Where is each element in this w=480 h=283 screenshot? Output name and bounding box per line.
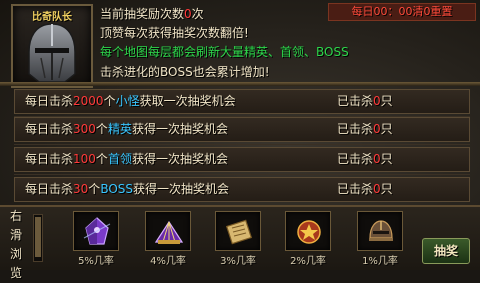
prize-icon-frame[interactable] [145,211,191,251]
prize-rate: 1%几率 [362,256,398,267]
prize-icon-frame[interactable] [357,211,403,251]
task-count: 100 [73,152,96,166]
refresh-tip-line-1: 每个地图每层都会刷新大量精英、首领、BOSS [100,45,349,59]
medal-icon [297,220,321,244]
prize-icon-frame[interactable] [215,211,261,251]
task-prefix: 每日击杀 [25,122,74,136]
task-target: 小怪 [115,94,140,108]
prize-rate: 5%几率 [78,256,114,267]
task-count: 2000 [73,94,104,108]
knight-helmet-icon [28,23,76,83]
helmet-icon [369,220,393,241]
kill-progress-value: 0 [373,94,381,108]
purple-fan-icon [154,220,184,244]
kill-progress-value: 0 [373,152,381,166]
prize-slot-2[interactable]: 4%几率 [141,211,195,269]
prize-rate: 3%几率 [220,256,256,267]
task-description: 每日击杀2000个小怪获取一次抽奖机会 [25,90,236,113]
daily-reset-badge: 每日00：00清0重置 [328,3,476,21]
kill-progress-label: 已击杀 [337,94,374,108]
task-unit: 个 [88,182,101,196]
like-bonus-tip: 顶赞每次获得抽奖次数翻倍! [100,26,249,40]
scroll-hint-char: 滑 [9,228,22,242]
kill-progress-unit: 只 [380,122,393,136]
row-divider [14,174,470,175]
lottery-panel: 比奇队长 当前抽奖励次数0次 每日00：00清0重置 顶赞每次获得抽奖次数翻倍!… [0,0,480,280]
kill-progress-unit: 只 [380,152,393,166]
task-prefix: 每日击杀 [25,152,74,166]
prize-rate: 2%几率 [290,256,326,267]
prize-slot-1[interactable]: 5%几率 [69,211,123,269]
task-description: 每日击杀100个首领获得一次抽奖机会 [25,148,228,171]
kill-progress-value: 0 [373,122,381,136]
portrait-name: 比奇队长 [32,12,72,23]
lottery-count-unit: 次 [191,7,204,21]
task-reward: 获取一次抽奖机会 [139,94,236,108]
scroll-icon [225,219,253,245]
prize-icon-frame[interactable] [285,211,331,251]
scroll-hint-char: 浏 [9,247,22,261]
task-row-elite: 每日击杀300个精英获得一次抽奖机会 已击杀0只 [14,117,470,142]
task-count: 30 [73,182,89,196]
kill-progress: 已击杀0只 [337,118,393,141]
task-description: 每日击杀30个BOSS获得一次抽奖机会 [25,178,229,201]
scroll-hint-char: 右 [9,209,22,223]
kill-progress-value: 0 [373,182,381,196]
task-row-boss: 每日击杀30个BOSS获得一次抽奖机会 已击杀0只 [14,177,470,202]
purple-crystal-icon [83,217,111,245]
prize-slot-3[interactable]: 3%几率 [211,211,265,269]
kill-progress-unit: 只 [380,182,393,196]
lottery-count-value: 0 [184,7,192,21]
kill-progress-label: 已击杀 [337,122,374,136]
kill-progress-label: 已击杀 [337,182,374,196]
task-reward: 获得一次抽奖机会 [131,122,228,136]
kill-progress: 已击杀0只 [337,178,393,201]
task-target: BOSS [100,182,134,196]
prize-slot-5[interactable]: 1%几率 [353,211,407,269]
prize-rate: 4%几率 [150,256,186,267]
task-description: 每日击杀300个精英获得一次抽奖机会 [25,118,228,141]
lottery-count-label: 当前抽奖励次数 [100,7,185,21]
kill-progress: 已击杀0只 [337,148,393,171]
scroll-thumb[interactable] [35,217,41,257]
task-count: 300 [73,122,96,136]
task-prefix: 每日击杀 [25,182,74,196]
task-target: 精英 [107,122,132,136]
task-unit: 个 [103,94,116,108]
prize-icon-frame[interactable] [73,211,119,251]
task-unit: 个 [95,152,108,166]
refresh-tip-line-2: 击杀进化的BOSS也会累计增加! [100,65,270,79]
captain-portrait: 比奇队长 [11,4,93,88]
scroll-hint-char: 览 [9,266,22,280]
row-divider [14,144,470,145]
kill-progress-label: 已击杀 [337,152,374,166]
task-row-leader: 每日击杀100个首领获得一次抽奖机会 已击杀0只 [14,147,470,172]
task-prefix: 每日击杀 [25,94,74,108]
draw-lottery-button[interactable]: 抽奖 [422,238,470,264]
task-target: 首领 [107,152,132,166]
prize-scrollbar[interactable] [33,214,43,262]
task-unit: 个 [95,122,108,136]
kill-progress: 已击杀0只 [337,90,393,113]
refresh-tip: 每个地图每层都会刷新大量精英、首领、BOSS 击杀进化的BOSS也会累计增加! [100,42,462,82]
scroll-hint: 右 滑 浏 览 [8,207,24,283]
task-reward: 获得一次抽奖机会 [131,152,228,166]
task-row-minion: 每日击杀2000个小怪获取一次抽奖机会 已击杀0只 [14,89,470,114]
header-divider [0,82,480,86]
task-reward: 获得一次抽奖机会 [133,182,230,196]
kill-progress-unit: 只 [380,94,393,108]
lottery-count-text: 当前抽奖励次数0次 [100,5,204,22]
prize-slot-4[interactable]: 2%几率 [281,211,335,269]
